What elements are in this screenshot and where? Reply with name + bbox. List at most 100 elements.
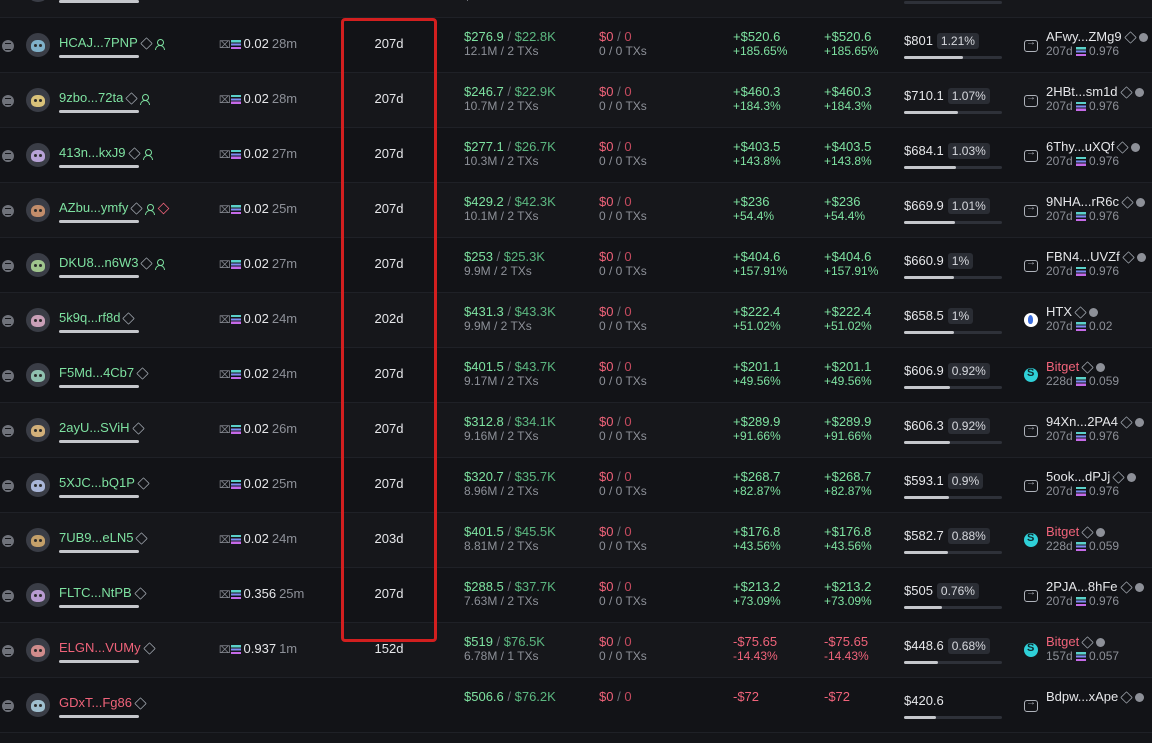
- edit-icon[interactable]: [1120, 416, 1133, 429]
- avatar[interactable]: [26, 583, 50, 607]
- wallet-address[interactable]: AZbu...ymfy: [59, 200, 170, 215]
- edit-icon[interactable]: [125, 92, 139, 105]
- funding-source-name[interactable]: HTX: [1046, 304, 1112, 319]
- user-follow-icon[interactable]: [142, 148, 153, 160]
- avatar[interactable]: [26, 308, 50, 332]
- wallet-address-text[interactable]: HCAJ...7PNP: [59, 35, 138, 50]
- transfer-in-icon[interactable]: [1024, 92, 1038, 107]
- menu-circle-icon[interactable]: [1136, 253, 1146, 263]
- wallet-address[interactable]: 413n...kxJ9: [59, 145, 153, 160]
- wallet-address[interactable]: F5Md...4Cb7: [59, 365, 149, 380]
- wallet-address-text[interactable]: GDxT...Fg86: [59, 695, 132, 710]
- htx-exchange-icon[interactable]: [1024, 313, 1038, 327]
- funding-source-name[interactable]: Bdpw...xApe: [1046, 689, 1145, 704]
- edit-icon[interactable]: [127, 147, 141, 160]
- row-menu-icon[interactable]: [2, 645, 14, 657]
- funding-source[interactable]: HTX 207d 0.02: [1046, 304, 1112, 334]
- edit-icon[interactable]: [142, 642, 156, 655]
- funding-source-label[interactable]: AFwy...ZMg9: [1046, 29, 1122, 44]
- wallet-address-text[interactable]: FLTC...NtPB: [59, 585, 132, 600]
- funding-source[interactable]: 9NHA...rR6c 207d 0.976: [1046, 194, 1145, 224]
- wallet-address-text[interactable]: 9zbo...72ta: [59, 90, 123, 105]
- wallet-address[interactable]: 9zbo...72ta: [59, 90, 151, 105]
- menu-circle-icon[interactable]: [1134, 583, 1144, 593]
- funding-source[interactable]: 5ook...dPJj 207d 0.976: [1046, 469, 1137, 499]
- menu-circle-icon[interactable]: [1138, 33, 1148, 43]
- row-menu-icon[interactable]: [2, 315, 14, 327]
- funding-source-name[interactable]: 94Xn...2PA4: [1046, 414, 1145, 429]
- wallet-address-text[interactable]: ELGN...VUMy: [59, 640, 141, 655]
- funding-source-name[interactable]: AFwy...ZMg9: [1046, 29, 1148, 44]
- wallet-address-text[interactable]: 413n...kxJ9: [59, 145, 126, 160]
- menu-circle-icon[interactable]: [1127, 473, 1137, 483]
- funding-source-label[interactable]: 9NHA...rR6c: [1046, 194, 1119, 209]
- funding-source-label[interactable]: 5ook...dPJj: [1046, 469, 1110, 484]
- wallet-address-text[interactable]: 7UB9...eLN5: [59, 530, 133, 545]
- wallet-address[interactable]: 5k9q...rf8d: [59, 310, 136, 325]
- wallet-address-text[interactable]: 5k9q...rf8d: [59, 310, 120, 325]
- user-follow-icon[interactable]: [140, 93, 151, 105]
- wallet-address[interactable]: GDxT...Fg86: [59, 695, 147, 710]
- avatar[interactable]: [26, 418, 50, 442]
- menu-circle-icon[interactable]: [1135, 198, 1145, 208]
- edit-icon[interactable]: [136, 367, 149, 380]
- avatar[interactable]: [26, 638, 50, 662]
- wallet-address[interactable]: 5XJC...bQ1P: [59, 475, 150, 490]
- edit-icon[interactable]: [1074, 306, 1087, 319]
- funding-source[interactable]: FBN4...UVZf 207d 0.976: [1046, 249, 1146, 279]
- avatar[interactable]: [26, 0, 50, 2]
- row-menu-icon[interactable]: [2, 425, 14, 437]
- bitget-exchange-icon[interactable]: [1024, 642, 1038, 657]
- user-follow-icon[interactable]: [145, 203, 156, 215]
- avatar[interactable]: [26, 363, 50, 387]
- row-menu-icon[interactable]: [2, 95, 14, 107]
- edit-icon[interactable]: [140, 257, 154, 270]
- row-menu-icon[interactable]: [2, 480, 14, 492]
- avatar[interactable]: [26, 473, 50, 497]
- edit-icon[interactable]: [135, 532, 149, 545]
- wallet-address[interactable]: ELGN...VUMy: [59, 640, 156, 655]
- edit-icon[interactable]: [1081, 636, 1094, 649]
- funding-source-name[interactable]: Bitget: [1046, 634, 1119, 649]
- menu-circle-icon[interactable]: [1096, 638, 1106, 648]
- funding-source-label[interactable]: HTX: [1046, 304, 1072, 319]
- wallet-address[interactable]: DKU8...n6W3: [59, 255, 166, 270]
- funding-source-name[interactable]: 5ook...dPJj: [1046, 469, 1137, 484]
- avatar[interactable]: [26, 143, 50, 167]
- avatar[interactable]: [26, 33, 50, 57]
- edit-icon[interactable]: [1121, 196, 1134, 209]
- edit-icon[interactable]: [140, 37, 153, 50]
- funding-source-label[interactable]: Bitget: [1046, 359, 1079, 374]
- funding-source-label[interactable]: Bitget: [1046, 524, 1079, 539]
- user-follow-icon[interactable]: [154, 38, 165, 50]
- funding-source-label[interactable]: 6Thy...uXQf: [1046, 139, 1114, 154]
- edit-icon[interactable]: [1119, 86, 1133, 99]
- funding-source-label[interactable]: FBN4...UVZf: [1046, 249, 1120, 264]
- edit-icon[interactable]: [1119, 581, 1133, 594]
- edit-icon[interactable]: [131, 422, 145, 435]
- transfer-in-icon[interactable]: [1024, 587, 1038, 602]
- funding-source[interactable]: 2HBt...sm1d 207d 0.976: [1046, 84, 1144, 114]
- funding-source-name[interactable]: Bitget: [1046, 359, 1119, 374]
- edit-icon[interactable]: [122, 312, 136, 325]
- wallet-address-text[interactable]: F5Md...4Cb7: [59, 365, 134, 380]
- avatar[interactable]: [26, 253, 50, 277]
- funding-source[interactable]: AFwy...ZMg9 207d 0.976: [1046, 29, 1148, 59]
- funding-source[interactable]: Bitget 228d 0.059: [1046, 359, 1119, 389]
- bitget-exchange-icon[interactable]: [1024, 367, 1038, 382]
- funding-source-name[interactable]: 2PJA...8hFe: [1046, 579, 1144, 594]
- menu-circle-icon[interactable]: [1089, 308, 1098, 318]
- wallet-address[interactable]: FLTC...NtPB: [59, 585, 147, 600]
- wallet-address-text[interactable]: AZbu...ymfy: [59, 200, 128, 215]
- menu-circle-icon[interactable]: [1135, 693, 1145, 703]
- funding-source[interactable]: 2PJA...8hFe 207d 0.976: [1046, 579, 1144, 609]
- edit-icon[interactable]: [1120, 691, 1134, 704]
- row-menu-icon[interactable]: [2, 205, 14, 217]
- avatar[interactable]: [26, 693, 50, 717]
- funding-source-label[interactable]: 94Xn...2PA4: [1046, 414, 1118, 429]
- avatar[interactable]: [26, 528, 50, 552]
- wallet-address[interactable]: 7UB9...eLN5: [59, 530, 149, 545]
- funding-source-name[interactable]: 9NHA...rR6c: [1046, 194, 1145, 209]
- funding-source-label[interactable]: Bitget: [1046, 634, 1079, 649]
- funding-source[interactable]: Bitget 157d 0.057: [1046, 634, 1119, 664]
